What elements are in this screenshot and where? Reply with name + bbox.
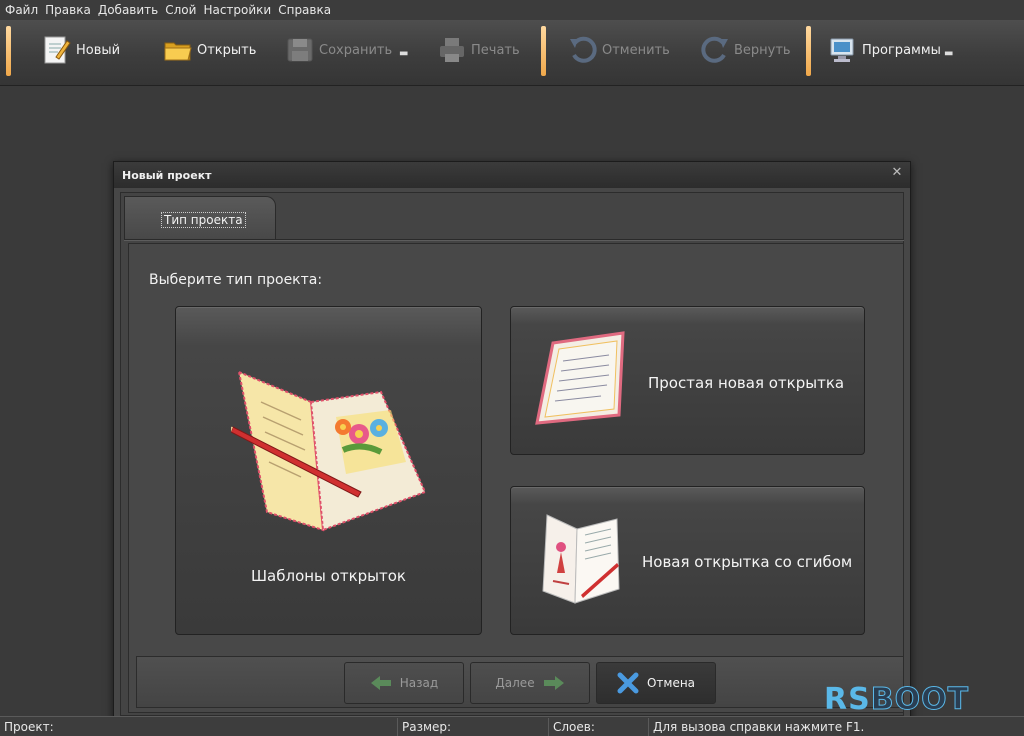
undo-arrow-icon [570, 36, 597, 63]
dialog-footer: Назад Далее Отмена [136, 656, 904, 708]
open-button[interactable]: Открыть [163, 32, 256, 68]
new-project-dialog: Новый проект ✕ Тип проекта Выберите тип … [113, 161, 911, 722]
toolbar-separator [806, 26, 811, 76]
status-bar: Проект: Размер: Слоев: Для вызова справк… [0, 716, 1024, 736]
templates-card-label: Шаблоны открыток [251, 567, 406, 585]
dialog-body: Тип проекта Выберите тип проекта: Шаблон… [120, 192, 904, 716]
watermark-rs: RS [824, 682, 871, 717]
simple-card-label: Простая новая открытка [648, 374, 845, 392]
menu-file[interactable]: Файл [4, 3, 44, 17]
new-button[interactable]: Новый [42, 32, 120, 68]
back-button[interactable]: Назад [344, 662, 464, 704]
print-button[interactable]: Печать [437, 32, 520, 68]
open-greeting-card-icon [231, 370, 427, 532]
printer-icon [440, 38, 464, 62]
watermark-boot: BOOT [870, 682, 970, 718]
cancel-button[interactable]: Отмена [596, 662, 716, 704]
project-type-panel: Выберите тип проекта: Шаблоны открыток П… [128, 243, 904, 713]
new-document-icon [44, 36, 71, 64]
rsboot-watermark: RSBOOT [824, 682, 970, 718]
toolbar-separator [541, 26, 546, 76]
programs-button-label: Программы [862, 42, 941, 58]
tab-project-type-label: Тип проекта [161, 212, 246, 228]
arrow-right-icon [543, 676, 564, 690]
status-layers: Слоев: [549, 718, 649, 736]
programs-button[interactable]: Программы [828, 32, 941, 68]
next-button[interactable]: Далее [470, 662, 590, 704]
close-icon[interactable]: ✕ [890, 166, 904, 180]
computer-monitor-icon [830, 38, 854, 62]
dialog-title: Новый проект [122, 168, 212, 182]
back-button-label: Назад [399, 676, 439, 690]
menu-bar: Файл Правка Добавить Слой Настройки Спра… [0, 0, 1024, 20]
menu-add[interactable]: Добавить [97, 3, 164, 17]
menu-layer[interactable]: Слой [164, 3, 202, 17]
simple-card[interactable]: Простая новая открытка [510, 306, 865, 455]
toolbar: Новый Открыть Сохранить ▬ Печать Отменит [0, 20, 1024, 86]
open-button-label: Открыть [197, 42, 257, 58]
menu-help[interactable]: Справка [277, 3, 337, 17]
templates-card[interactable]: Шаблоны открыток [175, 306, 482, 635]
save-button-label: Сохранить [319, 42, 393, 58]
workspace: Новый проект ✕ Тип проекта Выберите тип … [0, 86, 1024, 722]
menu-edit[interactable]: Правка [44, 3, 97, 17]
print-button-label: Печать [471, 42, 520, 58]
dialog-title-bar: Новый проект ✕ [114, 162, 910, 188]
status-size: Размер: [398, 718, 549, 736]
floppy-disk-icon [287, 38, 313, 62]
next-button-label: Далее [495, 676, 535, 690]
project-type-prompt: Выберите тип проекта: [149, 272, 323, 288]
folded-card[interactable]: Новая открытка со сгибом [510, 486, 865, 635]
folder-icon [164, 42, 192, 61]
cancel-button-label: Отмена [646, 676, 696, 690]
programs-dropdown-icon[interactable]: ▬ [944, 48, 953, 59]
new-button-label: Новый [76, 42, 121, 58]
folded-card-icon [542, 514, 620, 604]
status-hint: Для вызова справки нажмите F1. [653, 720, 865, 734]
folded-card-label: Новая открытка со сгибом [642, 553, 853, 571]
cancel-x-icon [617, 672, 639, 694]
redo-button-label: Вернуть [734, 42, 791, 58]
status-project: Проект: [0, 718, 398, 736]
redo-arrow-icon [701, 36, 728, 63]
save-button[interactable]: Сохранить [285, 32, 392, 68]
arrow-left-icon [370, 676, 391, 690]
redo-button[interactable]: Вернуть [700, 32, 791, 68]
tab-project-type[interactable]: Тип проекта [124, 196, 276, 240]
flat-card-icon [535, 331, 625, 425]
tab-divider [124, 239, 904, 241]
toolbar-separator [6, 26, 11, 76]
save-dropdown-icon[interactable]: ▬ [399, 48, 408, 59]
menu-settings[interactable]: Настройки [202, 3, 277, 17]
undo-button[interactable]: Отменить [568, 32, 670, 68]
undo-button-label: Отменить [602, 42, 670, 58]
